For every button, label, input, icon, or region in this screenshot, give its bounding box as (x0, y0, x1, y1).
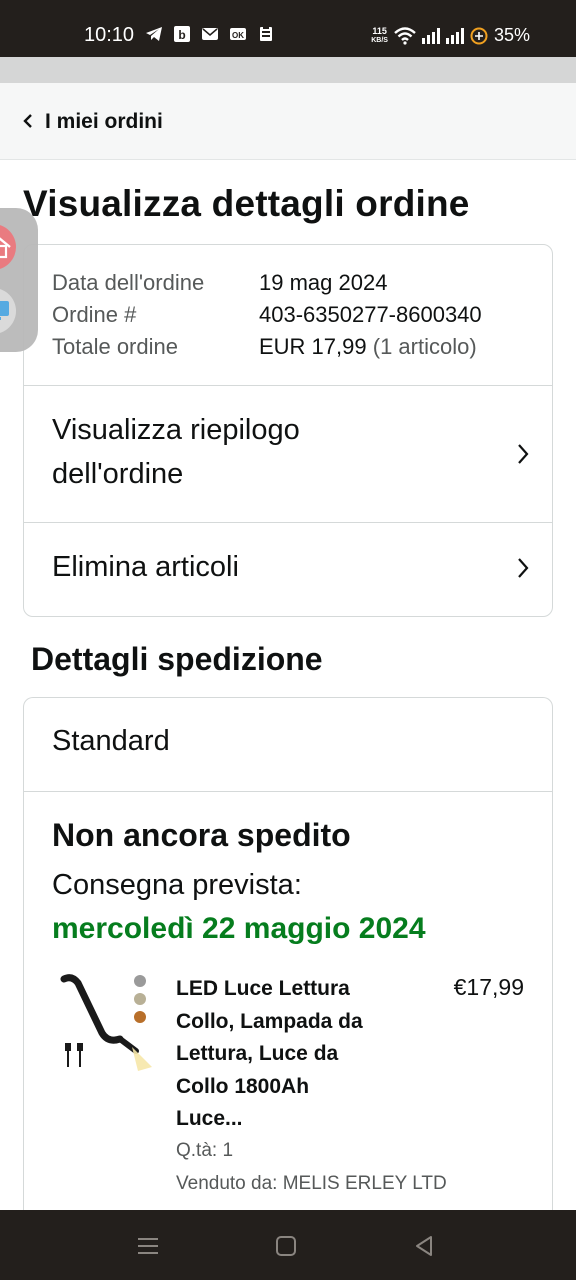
b-app-icon: b (174, 26, 190, 42)
delete-items-link[interactable]: Elimina articoli (24, 523, 552, 617)
total-items: (1 articolo) (372, 334, 477, 359)
mail-icon (202, 28, 218, 40)
signal-icon-2 (445, 27, 464, 44)
speed-unit: KB/S (371, 36, 388, 44)
back-icon[interactable] (412, 1234, 436, 1258)
product-quantity: Q.tà: 1 (176, 1140, 234, 1161)
product-seller: Venduto da: MELIS ERLEY LTD (176, 1173, 447, 1194)
menu-icon[interactable] (136, 1234, 160, 1258)
monitor-icon (0, 301, 9, 320)
speed-value: 115 (372, 25, 387, 36)
shipping-card: Standard Non ancora spedito Consegna pre… (23, 697, 553, 1237)
order-summary-label: Visualizza riepilogo dell'ordine (52, 408, 300, 496)
order-summary-line1: Visualizza riepilogo (52, 414, 300, 446)
home-icon (0, 237, 11, 259)
status-bar: 10:10 b OK 115 KB/S 35% (0, 0, 576, 57)
shipping-status: Non ancora spedito (52, 817, 351, 853)
page-title: Visualizza dettagli ordine (23, 183, 470, 224)
home-shortcut-button[interactable] (0, 224, 16, 270)
order-summary-link[interactable]: Visualizza riepilogo dell'ordine (24, 386, 552, 522)
status-time: 10:10 (84, 24, 135, 46)
ok-app-icon: OK (230, 28, 246, 40)
product-title-line: Collo 1800Ah (176, 1074, 310, 1098)
wifi-icon (394, 26, 416, 45)
delete-items-label: Elimina articoli (52, 551, 239, 583)
system-status: 115 KB/S 35% (371, 25, 530, 46)
chevron-left-icon (23, 114, 32, 128)
product-title-line: LED Luce Lettura (176, 977, 350, 1000)
network-speed: 115 KB/S (371, 25, 388, 45)
notification-icons: b OK (145, 26, 275, 42)
product-image[interactable] (54, 973, 154, 1077)
back-navigation[interactable]: I miei ordini (0, 83, 576, 160)
product-title-line: Lettura, Luce da (176, 1042, 339, 1065)
delivery-label: Consegna prevista: (52, 869, 302, 901)
svg-text:b: b (178, 28, 185, 42)
back-link[interactable]: I miei ordini (45, 110, 163, 134)
top-strip (0, 57, 576, 83)
chevron-right-icon (518, 444, 529, 464)
shipping-method: Standard (52, 725, 170, 757)
clipboard-icon (260, 26, 272, 41)
product-price: €17,99 (453, 974, 524, 1000)
system-navigation-bar (0, 1210, 576, 1280)
product-title-line: Collo, Lampada da (176, 1009, 363, 1033)
order-total-label: Totale ordine (52, 334, 178, 359)
telegram-icon (146, 27, 162, 41)
screen-shortcut-button[interactable] (0, 288, 16, 334)
order-info-card: Data dell'ordine 19 mag 2024 Ordine # 40… (23, 244, 553, 617)
home-icon[interactable] (274, 1234, 298, 1258)
product-title-line: Luce... (176, 1107, 243, 1130)
order-number-label: Ordine # (52, 302, 137, 327)
battery-saver-icon (470, 27, 488, 44)
order-total-value: EUR 17,99 (1 articolo) (259, 334, 477, 360)
divider (24, 791, 552, 792)
delivery-date: mercoledì 22 maggio 2024 (52, 912, 426, 945)
order-date-label: Data dell'ordine (52, 270, 205, 295)
signal-icon (421, 27, 440, 44)
shipping-section-title: Dettagli spedizione (31, 641, 323, 677)
order-summary-line2: dell'ordine (52, 458, 184, 490)
battery-percent: 35% (493, 25, 530, 45)
order-date-value: 19 mag 2024 (259, 270, 388, 295)
svg-text:OK: OK (232, 31, 244, 40)
total-amount: EUR 17,99 (259, 334, 367, 359)
floating-shortcut-widget[interactable] (0, 208, 38, 352)
product-title[interactable]: LED Luce Lettura Collo, Lampada da Lettu… (176, 973, 406, 1136)
order-number-value: 403-6350277-8600340 (259, 302, 482, 327)
chevron-right-icon (518, 558, 529, 578)
